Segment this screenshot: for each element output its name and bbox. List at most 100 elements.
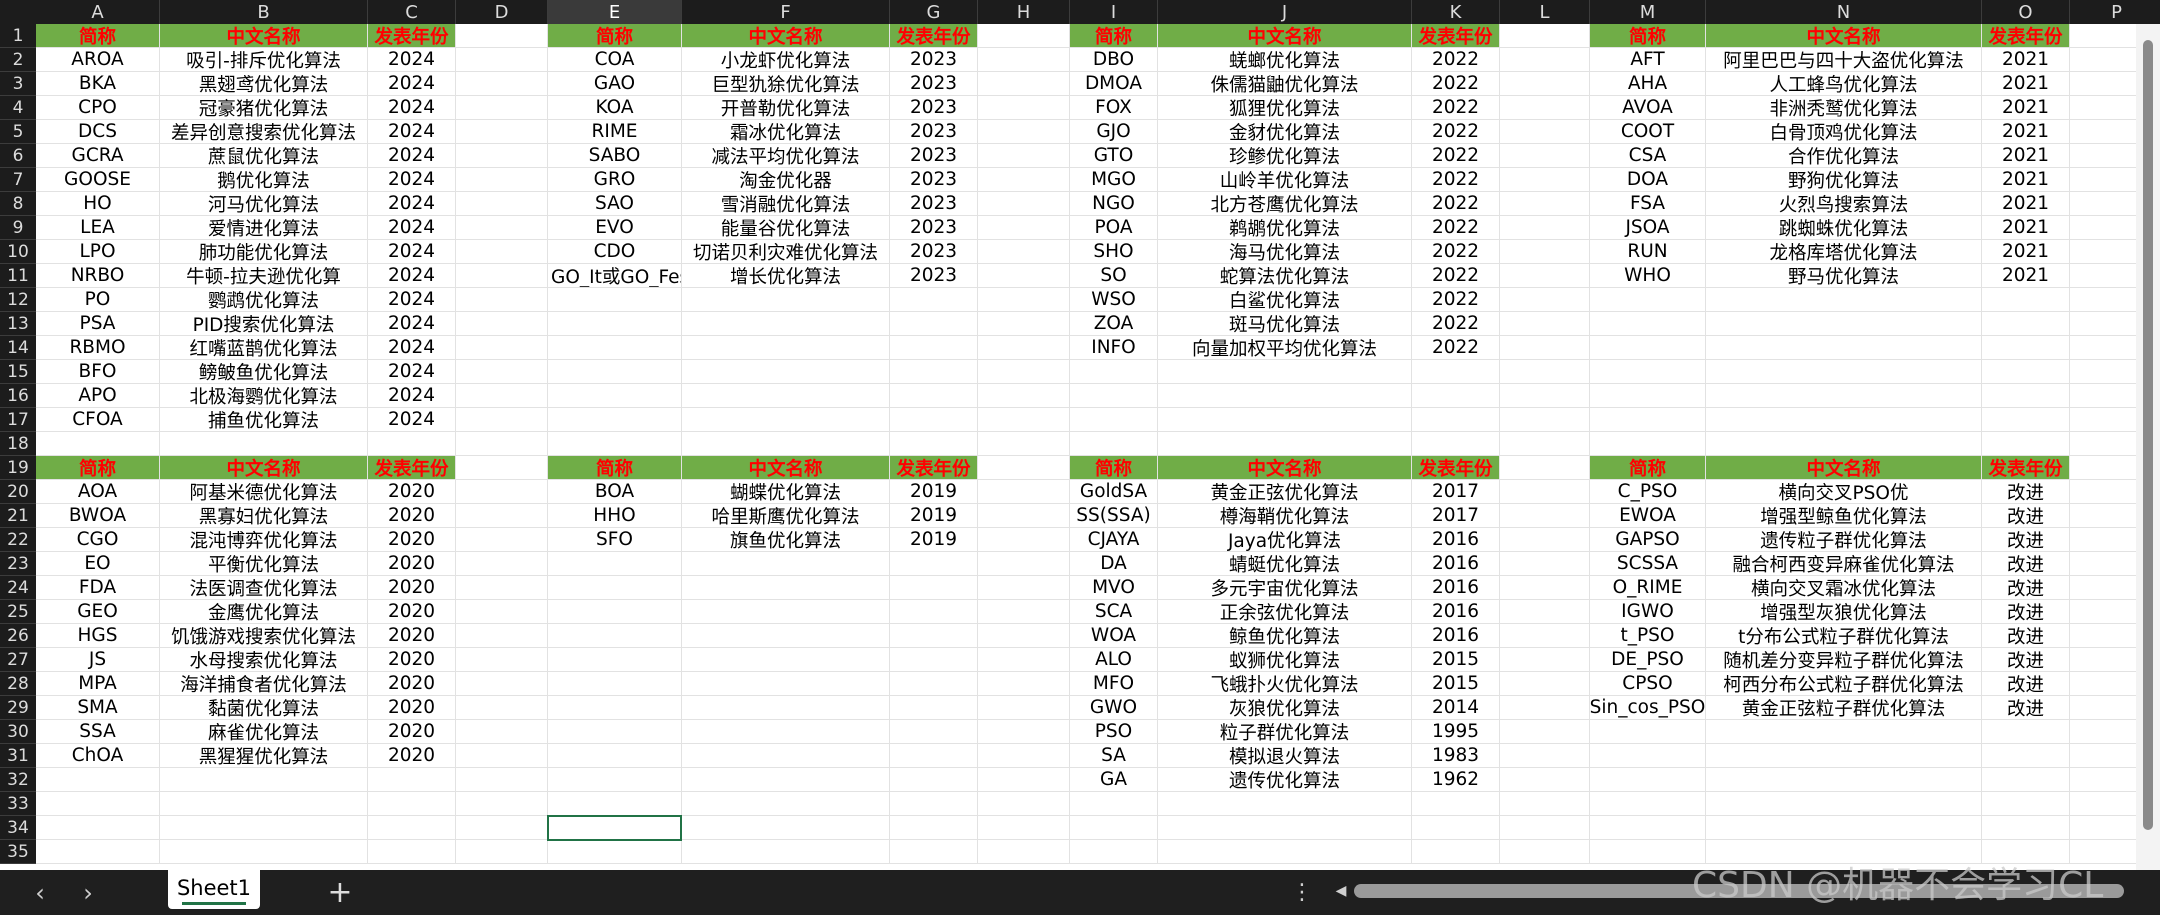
cell-chinese-name[interactable]: 小龙虾优化算法	[682, 48, 889, 72]
row-header-7[interactable]: 7	[0, 168, 36, 192]
cell-year[interactable]: 2023	[890, 264, 977, 287]
cell-year[interactable]: 2016	[1412, 552, 1499, 575]
cell-chinese-name[interactable]: 人工蜂鸟优化算法	[1706, 72, 1981, 96]
row-header-6[interactable]: 6	[0, 144, 36, 168]
cell-chinese-name[interactable]: 龙格库塔优化算法	[1706, 240, 1981, 264]
cell-chinese-name[interactable]: 鳑鲏鱼优化算法	[160, 360, 367, 384]
row-header-18[interactable]: 18	[0, 432, 36, 456]
cell-year[interactable]: 2016	[1412, 528, 1499, 551]
column-header-O[interactable]: O	[1982, 0, 2070, 24]
cell-chinese-name[interactable]: 吸引-排斥优化算法	[160, 48, 367, 72]
cell-year[interactable]: 2023	[890, 240, 977, 263]
row-header-11[interactable]: 11	[0, 264, 36, 288]
cell-year[interactable]: 2020	[368, 576, 455, 599]
cell-abbreviation[interactable]: AFT	[1590, 48, 1705, 71]
cell-year[interactable]: 2024	[368, 312, 455, 335]
cell-chinese-name[interactable]: 白骨顶鸡优化算法	[1706, 120, 1981, 144]
table-header-cell[interactable]: 简称	[548, 456, 681, 479]
cell-chinese-name[interactable]: 蜻蜓优化算法	[1158, 552, 1411, 576]
cell-chinese-name[interactable]: 灰狼优化算法	[1158, 696, 1411, 720]
cell-chinese-name[interactable]: 遗传粒子群优化算法	[1706, 528, 1981, 552]
cell-abbreviation[interactable]: FSA	[1590, 192, 1705, 215]
cell-chinese-name[interactable]: 鹅优化算法	[160, 168, 367, 192]
column-header-C[interactable]: C	[368, 0, 456, 24]
cell-year[interactable]: 2019	[890, 480, 977, 503]
row-header-19[interactable]: 19	[0, 456, 36, 480]
cell-year[interactable]: 2024	[368, 360, 455, 383]
cell-chinese-name[interactable]: 淘金优化器	[682, 168, 889, 192]
cell-year[interactable]: 2024	[368, 144, 455, 167]
cell-abbreviation[interactable]: DBO	[1070, 48, 1157, 71]
table-header-cell[interactable]: 中文名称	[1158, 456, 1411, 479]
cell-abbreviation[interactable]: AHA	[1590, 72, 1705, 95]
table-header-cell[interactable]: 发表年份	[1412, 456, 1499, 479]
select-all-corner[interactable]	[0, 0, 36, 24]
row-header-8[interactable]: 8	[0, 192, 36, 216]
cell-year[interactable]: 2020	[368, 480, 455, 503]
cell-abbreviation[interactable]: GWO	[1070, 696, 1157, 719]
cell-abbreviation[interactable]: MFO	[1070, 672, 1157, 695]
cell-year[interactable]: 2023	[890, 48, 977, 71]
cell-abbreviation[interactable]: NGO	[1070, 192, 1157, 215]
cell-abbreviation[interactable]: DE_PSO	[1590, 648, 1705, 671]
row-header-30[interactable]: 30	[0, 720, 36, 744]
cell-abbreviation[interactable]: LPO	[36, 240, 159, 263]
cell-abbreviation[interactable]: HO	[36, 192, 159, 215]
cell-chinese-name[interactable]: 合作优化算法	[1706, 144, 1981, 168]
cell-abbreviation[interactable]: GO_It或GO_Fes	[548, 264, 681, 288]
cell-chinese-name[interactable]: 增长优化算法	[682, 264, 889, 288]
cell-abbreviation[interactable]: KOA	[548, 96, 681, 119]
cell-chinese-name[interactable]: 融合柯西变异麻雀优化算法	[1706, 552, 1981, 576]
column-header-G[interactable]: G	[890, 0, 978, 24]
cell-year[interactable]: 2023	[890, 216, 977, 239]
cell-year[interactable]: 2022	[1412, 216, 1499, 239]
row-header-31[interactable]: 31	[0, 744, 36, 768]
cell-chinese-name[interactable]: 霜冰优化算法	[682, 120, 889, 144]
cell-chinese-name[interactable]: 跳蜘蛛优化算法	[1706, 216, 1981, 240]
table-header-cell[interactable]: 简称	[1590, 456, 1705, 479]
cell-abbreviation[interactable]: BWOA	[36, 504, 159, 527]
cell-chinese-name[interactable]: 冠豪猪优化算法	[160, 96, 367, 120]
cell-abbreviation[interactable]: GoldSA	[1070, 480, 1157, 503]
cell-year[interactable]: 2022	[1412, 264, 1499, 287]
row-header-33[interactable]: 33	[0, 792, 36, 816]
cell-year[interactable]: 2020	[368, 696, 455, 719]
cell-abbreviation[interactable]: SAO	[548, 192, 681, 215]
cell-year[interactable]: 2023	[890, 192, 977, 215]
table-header-cell[interactable]: 中文名称	[1706, 24, 1981, 47]
cell-abbreviation[interactable]: BOA	[548, 480, 681, 503]
cell-chinese-name[interactable]: 模拟退火算法	[1158, 744, 1411, 768]
cell-abbreviation[interactable]: WOA	[1070, 624, 1157, 647]
cell-chinese-name[interactable]: 鹈鹕优化算法	[1158, 216, 1411, 240]
cell-year[interactable]: 2023	[890, 96, 977, 119]
cell-abbreviation[interactable]: MPA	[36, 672, 159, 695]
cell-chinese-name[interactable]: PID搜索优化算法	[160, 312, 367, 336]
spreadsheet-grid[interactable]: A B C D E F G H I J K L M N O P 1 2 3 4 5 6 7 8 9 10 11 12 13 14 15 16 1…	[0, 0, 2160, 870]
cell-year[interactable]: 2020	[368, 600, 455, 623]
cell-chinese-name[interactable]: 斑马优化算法	[1158, 312, 1411, 336]
column-header-J[interactable]: J	[1158, 0, 1412, 24]
row-header-16[interactable]: 16	[0, 384, 36, 408]
cell-chinese-name[interactable]: 开普勒优化算法	[682, 96, 889, 120]
active-cell-selection[interactable]	[547, 815, 682, 841]
cell-abbreviation[interactable]: ALO	[1070, 648, 1157, 671]
cell-abbreviation[interactable]: GJO	[1070, 120, 1157, 143]
cell-year[interactable]: 2023	[890, 168, 977, 191]
cell-abbreviation[interactable]: SFO	[548, 528, 681, 551]
column-header-I[interactable]: I	[1070, 0, 1158, 24]
cell-abbreviation[interactable]: LEA	[36, 216, 159, 239]
cell-chinese-name[interactable]: 侏儒猫鼬优化算法	[1158, 72, 1411, 96]
cell-chinese-name[interactable]: 珍鲹优化算法	[1158, 144, 1411, 168]
cell-chinese-name[interactable]: 火烈鸟搜索算法	[1706, 192, 1981, 216]
cell-chinese-name[interactable]: 海马优化算法	[1158, 240, 1411, 264]
cell-chinese-name[interactable]: 向量加权平均优化算法	[1158, 336, 1411, 360]
row-header-34[interactable]: 34	[0, 816, 36, 840]
table-header-cell[interactable]: 简称	[36, 456, 159, 479]
cell-year[interactable]: 2023	[890, 72, 977, 95]
row-header-9[interactable]: 9	[0, 216, 36, 240]
cell-year[interactable]: 2020	[368, 624, 455, 647]
cell-chinese-name[interactable]: 增强型灰狼优化算法	[1706, 600, 1981, 624]
column-header-B[interactable]: B	[160, 0, 368, 24]
cell-abbreviation[interactable]: RIME	[548, 120, 681, 143]
cell-chinese-name[interactable]: 混沌博弈优化算法	[160, 528, 367, 552]
